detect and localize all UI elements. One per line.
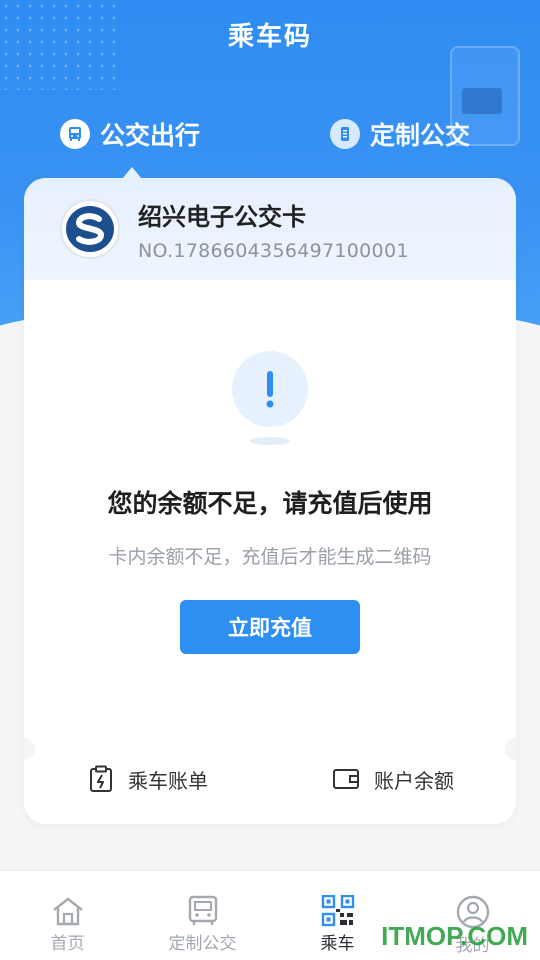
bus-card-panel: 绍兴电子公交卡 NO.1786604356497100001 您的余额不足，请充…: [24, 178, 516, 824]
shaoxing-bus-logo: [60, 199, 120, 259]
account-balance-link[interactable]: 账户余额: [332, 765, 454, 794]
card-notch-left: [24, 738, 35, 760]
tabbar-item-home[interactable]: 首页: [0, 871, 135, 960]
ride-bill-link[interactable]: 乘车账单: [88, 765, 208, 794]
card-notch-right: [505, 738, 516, 760]
tabbar-label: 定制公交: [168, 934, 237, 954]
page-title: 乘车码: [227, 22, 312, 52]
exclamation-icon: [232, 351, 308, 427]
recharge-button[interactable]: 立即充值: [180, 600, 360, 654]
card-header: 绍兴电子公交卡 NO.1786604356497100001: [24, 178, 516, 280]
bus-icon: [60, 119, 90, 149]
card-name: 绍兴电子公交卡: [138, 202, 306, 231]
wallet-icon: [333, 769, 359, 789]
ride-bill-label: 乘车账单: [128, 768, 208, 793]
tab-label: 公交出行: [100, 121, 201, 150]
card-footer: 乘车账单 账户余额: [24, 758, 516, 800]
tabbar-label: 首页: [50, 934, 85, 954]
card-number: NO.1786604356497100001: [138, 239, 409, 262]
tabbar-label: 乘车: [320, 934, 355, 954]
tab-bus-travel[interactable]: 公交出行: [60, 116, 200, 152]
bill-icon: [90, 765, 112, 792]
insufficient-balance-subtitle: 卡内余额不足，充值后才能生成二维码: [108, 546, 432, 568]
tabbar-item-custom-bus[interactable]: 定制公交: [135, 871, 270, 960]
watermark: ITMOP.COM: [381, 921, 528, 951]
ticket-icon: [330, 119, 360, 149]
qrcode-icon: [321, 895, 354, 927]
icon-shadow: [250, 437, 290, 445]
insufficient-balance-title: 您的余额不足，请充值后使用: [107, 489, 433, 518]
home-icon: [52, 897, 83, 926]
warning-graphic: [232, 351, 308, 447]
account-balance-label: 账户余额: [374, 768, 454, 793]
bus-icon: [188, 895, 217, 925]
tab-custom-bus[interactable]: 定制公交: [330, 116, 470, 152]
tab-label: 定制公交: [370, 121, 471, 150]
